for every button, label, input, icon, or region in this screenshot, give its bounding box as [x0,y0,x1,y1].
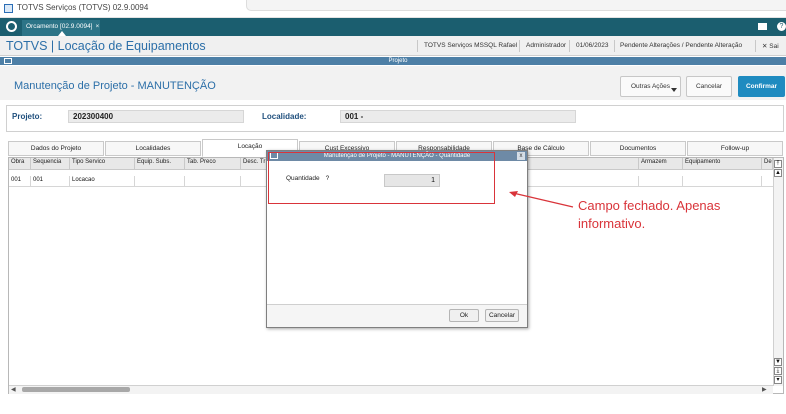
tab-close-icon[interactable]: × [96,23,100,30]
scroll-end-icon[interactable]: ▾ [774,376,782,384]
user-info: Administrador [526,42,567,49]
environment-info: TOTVS Serviços MSSQL Rafael [424,42,518,49]
scroll-down-icon[interactable]: ▼ [774,358,782,366]
app-window-icon [4,4,13,13]
other-actions-label: Outras Ações [630,83,671,90]
table-cell[interactable] [639,176,683,186]
column-header-blank [528,158,639,170]
project-label: Projeto: [12,112,43,121]
column-header-tab-preco[interactable]: Tab. Preco [185,158,241,170]
scroll-bottom-icon[interactable]: ⤓ [774,367,782,375]
column-header-equipamento[interactable]: Equipamento [683,158,762,170]
app-header: TOTVS | Locação de Equipamentos TOTVS Se… [0,36,786,56]
tab-dados-do-projeto[interactable]: Dados do Projeto [8,141,104,156]
table-cell[interactable] [135,176,185,186]
horizontal-scroll-thumb[interactable] [22,387,130,392]
scroll-top-icon[interactable]: ⤒ [774,160,782,168]
column-header-armazem[interactable]: Armazem [639,158,683,170]
help-icon[interactable]: ? [777,22,786,31]
vertical-scrollbar[interactable] [773,158,783,386]
tab-documentos[interactable]: Documentos [590,141,686,156]
table-cell[interactable] [185,176,241,186]
header-divider [417,40,418,52]
table-cell[interactable]: Locacao [70,176,135,186]
project-field: 202300400 [68,110,244,123]
chevron-down-icon [671,88,677,92]
tab-bar: Orcamento [02.9.0094] × ? [0,18,786,36]
date-info: 01/06/2023 [576,42,609,49]
annotation-note: Campo fechado. Apenas informativo. [578,198,721,231]
highlight-box [268,152,495,204]
header-divider [755,40,756,52]
window-strip: Projeto [0,57,786,65]
table-cell[interactable] [528,176,639,186]
column-header-equip-subs[interactable]: Equip. Subs. [135,158,185,170]
window-title: TOTVS Serviços (TOTVS) 02.9.0094 [17,3,149,12]
mail-icon[interactable] [758,23,767,30]
cancel-button[interactable]: Cancelar [686,76,732,97]
window-strip-title: Projeto [388,58,408,64]
column-header-desc-tr[interactable]: Desc. Tr [241,158,267,170]
column-header-obra[interactable]: Obra [9,158,31,170]
dialog-cancel-button[interactable]: Cancelar [485,309,519,322]
tab-label: Orcamento [02.9.0094] [26,23,93,30]
other-actions-button[interactable]: Outras Ações [620,76,681,97]
search-strip [246,0,786,11]
ok-button[interactable]: Ok [449,309,479,322]
exit-button[interactable]: ✕ Sai [762,42,779,50]
confirm-button[interactable]: Confirmar [738,76,785,97]
table-cell[interactable]: 001 [9,176,31,186]
column-header-de[interactable]: De [762,158,773,170]
table-cell[interactable] [241,176,267,186]
close-icon[interactable]: x [517,152,525,160]
scroll-right-icon[interactable]: ▶ [762,386,767,393]
table-cell[interactable] [683,176,762,186]
locality-label: Localidade: [262,112,307,121]
app-title: TOTVS | Locação de Equipamentos [6,39,206,53]
header-divider [519,40,520,52]
pending-info: Pendente Alterações / Pendente Alteração [620,42,743,49]
window-titlebar: TOTVS Serviços (TOTVS) 02.9.0094 [0,0,786,18]
scroll-left-icon[interactable]: ◀ [11,386,16,393]
locality-field: 001 - [340,110,576,123]
scroll-up-icon[interactable]: ▲ [774,169,782,177]
column-header-sequencia[interactable]: Sequencia [31,158,70,170]
table-cell[interactable]: 001 [31,176,70,186]
column-header-tipo-servico[interactable]: Tipo Servico [70,158,135,170]
tab-follow-up[interactable]: Follow-up [687,141,783,156]
header-divider [614,40,615,52]
annotation-arrow-icon [509,191,574,208]
header-divider [569,40,570,52]
tab-localidades[interactable]: Localidades [105,141,201,156]
home-icon[interactable] [6,21,17,32]
form-title: Manutenção de Projeto - MANUTENÇÃO [14,80,216,92]
